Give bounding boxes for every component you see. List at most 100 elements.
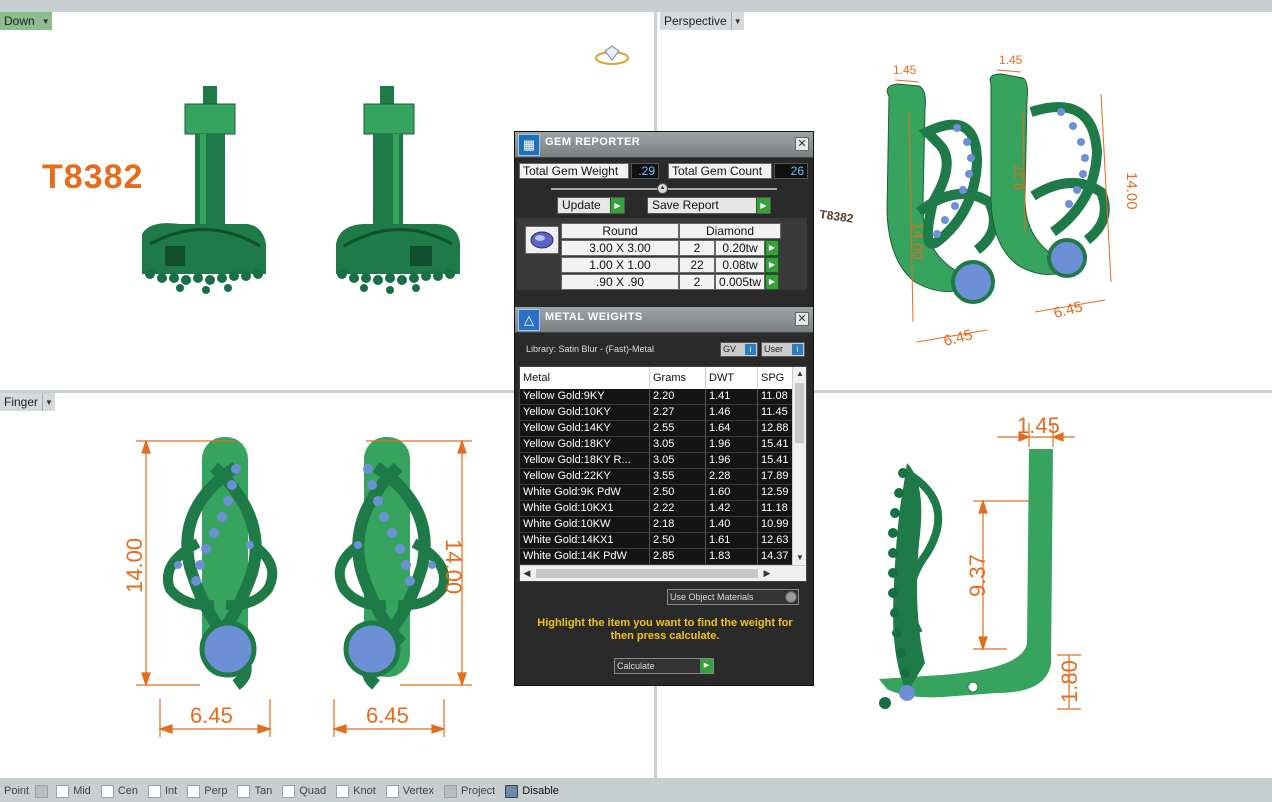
osnap-disable[interactable]: Disable (505, 784, 565, 798)
horizontal-scrollbar[interactable]: ◀ ▶ (520, 565, 806, 581)
use-object-materials-toggle[interactable]: Use Object Materials (667, 589, 799, 605)
scroll-right-icon[interactable]: ▶ (760, 566, 774, 581)
checkbox-icon[interactable] (56, 784, 70, 798)
osnap-point[interactable]: Point (4, 784, 52, 798)
scroll-up-icon[interactable]: ▲ (793, 367, 806, 381)
metal-row[interactable]: Yellow Gold:10KY 2.27 1.46 11.45 (520, 405, 792, 421)
scroll-down-icon[interactable]: ▼ (793, 551, 806, 565)
metal-weights-icon: △ (518, 309, 540, 331)
viewport-tab-down[interactable]: Down ▼ (0, 12, 52, 30)
scroll-thumb[interactable] (536, 569, 758, 578)
osnap-status-bar: Point Mid Cen Int Perp Tan Quad Knot Vertex Proje… (0, 780, 1272, 802)
metal-cell-grams: 2.85 (650, 549, 706, 565)
metal-cell-grams: 2.18 (650, 517, 706, 533)
metal-row[interactable]: Yellow Gold:18KY R... 3.05 1.96 15.41 (520, 453, 792, 469)
metal-row[interactable]: White Gold:10KW 2.18 1.40 10.99 (520, 517, 792, 533)
gem-row-weight: 0.005tw (715, 274, 765, 290)
metal-cell-grams: 2.50 (650, 485, 706, 501)
metal-cell-dwt: 1.60 (706, 485, 758, 501)
metal-cell-metal: White Gold:10KW (520, 517, 650, 533)
metal-cell-metal: White Gold:14KX1 (520, 533, 650, 549)
svg-text:1.45: 1.45 (999, 53, 1023, 67)
checkbox-icon[interactable] (148, 784, 161, 798)
gem-reporter-panel[interactable]: ▦ GEM REPORTER ✕ Total Gem Weight .29 To… (514, 131, 814, 686)
vertical-scrollbar[interactable]: ▲ ▼ (792, 367, 806, 565)
viewport-menu-icon[interactable]: ▼ (731, 12, 744, 30)
checkbox-icon[interactable] (187, 784, 201, 798)
metal-row[interactable]: White Gold:14K PdW 2.85 1.83 14.37 (520, 549, 792, 565)
metal-row[interactable]: White Gold:14KX1 2.50 1.61 12.63 (520, 533, 792, 549)
metal-cell-metal: Yellow Gold:14KY (520, 421, 650, 437)
user-toggle[interactable]: User i (761, 342, 805, 357)
checkbox-icon[interactable] (443, 784, 457, 798)
total-gem-weight-label: Total Gem Weight (519, 163, 629, 179)
osnap-vertex[interactable]: Vertex (385, 784, 440, 798)
viewport-menu-icon[interactable]: ▼ (39, 12, 52, 30)
scroll-left-icon[interactable]: ◀ (520, 566, 534, 581)
gem-reporter-titlebar[interactable]: ▦ GEM REPORTER ✕ (515, 132, 813, 158)
svg-text:6.45: 6.45 (190, 703, 233, 728)
metal-cell-dwt: 1.96 (706, 453, 758, 469)
metal-row[interactable]: Yellow Gold:18KY 3.05 1.96 15.41 (520, 437, 792, 453)
metal-row[interactable]: Yellow Gold:22KY 3.55 2.28 17.89 (520, 469, 792, 485)
gem-table: Round Diamond 3.00 X 3.00 2 0.20tw ▶ 1.0… (517, 218, 807, 290)
metal-table-header: Metal Grams DWT SPG (520, 367, 792, 389)
gem-row-go-button[interactable]: ▶ (765, 274, 779, 290)
metal-row[interactable]: Yellow Gold:14KY 2.55 1.64 12.88 (520, 421, 792, 437)
save-report-button[interactable]: Save Report ▶ (647, 197, 771, 214)
info-icon: i (792, 344, 803, 355)
osnap-perp[interactable]: Perp (187, 784, 233, 798)
gem-row-go-button[interactable]: ▶ (765, 240, 779, 256)
svg-text:9.37: 9.37 (1011, 165, 1026, 190)
metal-row[interactable]: White Gold:10KX1 2.22 1.42 11.18 (520, 501, 792, 517)
checkbox-icon[interactable] (100, 784, 114, 798)
metal-cell-dwt: 1.83 (706, 549, 758, 565)
metal-weights-titlebar[interactable]: △ METAL WEIGHTS ✕ (515, 307, 813, 333)
gem-slider[interactable]: ▲ (551, 183, 777, 194)
metal-cell-metal: Yellow Gold:9KY (520, 389, 650, 405)
close-icon[interactable]: ✕ (795, 312, 809, 326)
osnap-tan[interactable]: Tan (237, 784, 278, 798)
scroll-thumb[interactable] (795, 383, 804, 443)
checkbox-icon[interactable] (336, 784, 350, 798)
viewport-menu-icon[interactable]: ▼ (43, 393, 56, 411)
osnap-quad[interactable]: Quad (282, 784, 332, 798)
total-gem-count-value: 26 (774, 163, 808, 179)
svg-text:6.45: 6.45 (942, 326, 974, 350)
metal-cell-dwt: 2.28 (706, 469, 758, 485)
checkbox-icon[interactable] (282, 784, 296, 798)
svg-text:6.45: 6.45 (1052, 298, 1084, 322)
info-icon: i (745, 344, 756, 355)
checkbox-icon[interactable] (237, 784, 251, 798)
metal-row[interactable]: Yellow Gold:9KY 2.20 1.41 11.08 (520, 389, 792, 405)
viewport-tab-finger[interactable]: Finger ▼ (0, 393, 56, 411)
checkbox-icon[interactable] (385, 784, 399, 798)
earring-model-right (336, 86, 460, 294)
osnap-project[interactable]: Project (443, 784, 501, 798)
svg-text:14.00: 14.00 (122, 538, 147, 593)
metal-row[interactable]: White Gold:9K PdW 2.50 1.60 12.59 (520, 485, 792, 501)
osnap-knot[interactable]: Knot (336, 784, 382, 798)
update-button[interactable]: Update ▶ (557, 197, 625, 214)
svg-text:1.45: 1.45 (1017, 413, 1060, 438)
osnap-int[interactable]: Int (148, 784, 183, 798)
instruction-text: Highlight the item you want to find the … (537, 617, 793, 642)
osnap-mid[interactable]: Mid (56, 784, 97, 798)
close-icon[interactable]: ✕ (795, 137, 809, 151)
gem-row-weight: 0.20tw (715, 240, 765, 256)
metal-cell-metal: White Gold:9K PdW (520, 485, 650, 501)
checkbox-icon[interactable] (35, 784, 49, 798)
gem-row-go-button[interactable]: ▶ (765, 257, 779, 273)
viewport-tab-perspective[interactable]: Perspective ▼ (660, 12, 744, 30)
gv-toggle[interactable]: GV i (720, 342, 758, 357)
metal-cell-grams: 3.05 (650, 437, 706, 453)
gem-shape-header: Round (561, 223, 679, 239)
metal-weights-table[interactable]: Metal Grams DWT SPG Yellow Gold:9KY 2.20 1… (519, 366, 807, 582)
ring-logo-icon (595, 45, 629, 65)
osnap-cen[interactable]: Cen (100, 784, 144, 798)
checkbox-icon[interactable] (505, 784, 519, 798)
gem-row-count: 2 (679, 240, 715, 256)
slider-knob[interactable]: ▲ (657, 183, 668, 194)
total-gem-weight-value: .29 (631, 163, 659, 179)
calculate-button[interactable]: Calculate ▶ (614, 658, 714, 674)
